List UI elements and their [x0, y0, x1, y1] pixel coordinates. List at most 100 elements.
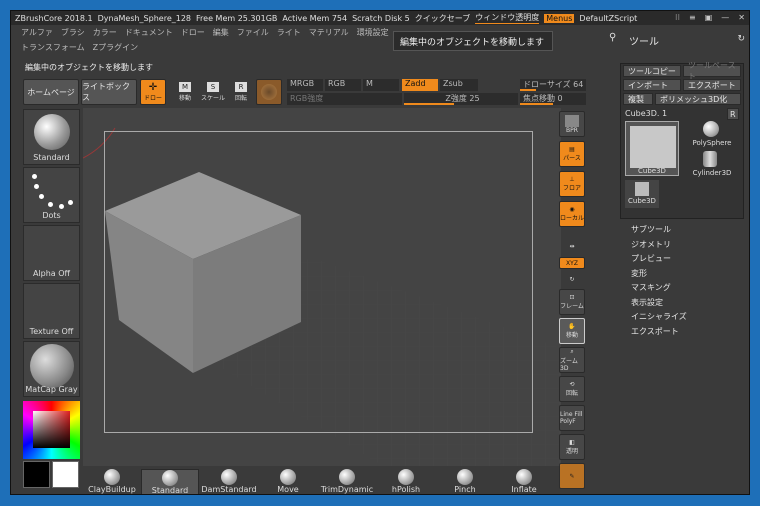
sliders-icon[interactable]: ≡	[689, 13, 696, 22]
menu-document[interactable]: ドキュメント	[125, 27, 173, 41]
floor-button[interactable]: ⊥ フロア	[559, 171, 585, 197]
draw-size-fill	[520, 89, 536, 91]
color-picker[interactable]	[23, 401, 80, 459]
preview-panel[interactable]: プレビュー	[631, 253, 671, 264]
polyf-button[interactable]: Line Fill PolyF	[559, 405, 585, 431]
make-polymesh-button[interactable]: ポリメッシュ3D化	[655, 93, 741, 105]
material-swatch-button[interactable]	[256, 79, 282, 105]
brush-standard[interactable]: Standard	[141, 469, 199, 494]
zoom3d-button[interactable]: ⌕ ズーム3D	[559, 347, 585, 373]
zsub-toggle[interactable]: Zsub	[440, 79, 478, 91]
frame-button[interactable]: ⊡ フレーム	[559, 289, 585, 315]
close-icon[interactable]: ✕	[738, 13, 745, 22]
zbrush-window: ZBrushCore 2018.1 DynaMesh_Sphere_128 Fr…	[10, 10, 750, 495]
menu-color[interactable]: カラー	[93, 27, 117, 41]
deformation-panel[interactable]: 変形	[631, 268, 647, 279]
menu-brush[interactable]: ブラシ	[61, 27, 85, 41]
stroke-selector[interactable]: Dots	[23, 167, 80, 223]
menu-file[interactable]: ファイル	[237, 27, 269, 41]
menu-edit[interactable]: 編集	[213, 27, 229, 41]
tool-r-button[interactable]: R	[727, 108, 739, 120]
polysphere-thumb[interactable]: PolySphere	[687, 121, 737, 151]
ghost-button[interactable]: ✎	[559, 463, 585, 489]
menu-alpha[interactable]: アルファ	[21, 27, 53, 41]
menu-light[interactable]: ライト	[277, 27, 301, 41]
mrgb-toggle[interactable]: MRGB	[287, 79, 323, 91]
texture-label: Texture Off	[29, 327, 74, 336]
rotate-mode-button[interactable]: R 回転	[229, 79, 253, 105]
geometry-panel[interactable]: ジオメトリ	[631, 239, 671, 250]
menus-button[interactable]: Menus	[544, 13, 575, 23]
matcap-selector[interactable]: MatCap Gray	[23, 341, 80, 397]
script-button[interactable]: DefaultZScript	[579, 14, 637, 23]
initialize-panel[interactable]: イニシャライズ	[631, 311, 687, 322]
frame-label: フレーム	[560, 303, 584, 310]
rotate-axis-icon[interactable]: ↻	[559, 273, 585, 285]
hpolish-icon	[398, 469, 414, 485]
display-panel[interactable]: 表示設定	[631, 297, 663, 308]
rgb-toggle[interactable]: RGB	[325, 79, 361, 91]
menu-preferences[interactable]: 環境設定	[357, 27, 389, 41]
layout-icon[interactable]: ⁝⁝	[675, 13, 680, 22]
bpr-render-button[interactable]: BPR	[559, 111, 585, 137]
minimize-icon[interactable]: —	[721, 13, 729, 22]
scale-mode-button[interactable]: S スケール	[201, 79, 225, 105]
brush-inflate[interactable]: Inflate	[495, 469, 553, 494]
cube-thumb-small[interactable]: Cube3D	[625, 180, 659, 208]
move-mode-button[interactable]: M 移動	[173, 79, 197, 105]
brush-pinch[interactable]: Pinch	[436, 469, 494, 494]
rotate-view-button[interactable]: ⟲ 回転	[559, 376, 585, 402]
cube-small-label: Cube3D	[628, 197, 656, 205]
perspective-button[interactable]: ▤ パース	[559, 141, 585, 167]
quicksave-button[interactable]: クイックセーブ	[415, 13, 471, 24]
rgb-intensity-slider[interactable]: RGB強度	[287, 93, 402, 105]
focal-shift-slider[interactable]: 焦点移動 0	[520, 93, 586, 105]
brush-hpolish[interactable]: hPolish	[377, 469, 435, 494]
panel-toggle-icon[interactable]: ↻	[737, 34, 745, 44]
brush-claybuildup[interactable]: ClayBuildup	[83, 469, 141, 494]
export-button[interactable]: エクスポート	[683, 79, 741, 91]
zadd-toggle[interactable]: Zadd	[402, 79, 438, 91]
transparency-button[interactable]: ◧ 透明	[559, 434, 585, 460]
draw-size-label: ドローサイズ 64	[523, 80, 584, 89]
secondary-color-swatch[interactable]	[52, 461, 79, 488]
symmetry-icon-button[interactable]: ⇹	[559, 233, 585, 259]
rotate-view-icon: ⟲	[569, 381, 575, 388]
cylinder-thumb[interactable]: Cylinder3D	[687, 151, 737, 181]
brush-damstandard[interactable]: DamStandard	[200, 469, 258, 494]
m-toggle[interactable]: M	[363, 79, 399, 91]
clone-button[interactable]: 複製	[623, 93, 653, 105]
texture-selector[interactable]: Texture Off	[23, 283, 80, 339]
menu-zplugin[interactable]: Zプラグイン	[93, 42, 138, 56]
title-bar: ZBrushCore 2018.1 DynaMesh_Sphere_128 Fr…	[11, 11, 749, 25]
brush-move[interactable]: Move	[259, 469, 317, 494]
brush-trimdynamic[interactable]: TrimDynamic	[318, 469, 376, 494]
export-panel[interactable]: エクスポート	[631, 326, 679, 337]
material-swatch-icon	[261, 84, 277, 100]
transparency-slider[interactable]: ウィンドウ透明度	[475, 12, 540, 24]
menu-material[interactable]: マテリアル	[309, 27, 349, 41]
local-label: ローカル	[560, 215, 585, 222]
import-button[interactable]: インポート	[623, 79, 681, 91]
brush-label: Inflate	[511, 485, 537, 494]
lock-icon[interactable]: ▣	[705, 13, 713, 22]
masking-panel[interactable]: マスキング	[631, 282, 671, 293]
home-button[interactable]: ホームページ	[23, 79, 79, 105]
z-intensity-slider[interactable]: Z強度 25	[404, 93, 518, 105]
move-view-button[interactable]: ✋ 移動	[559, 318, 585, 344]
alpha-selector[interactable]: Alpha Off	[23, 225, 80, 281]
move-icon: M	[179, 82, 191, 92]
menu-transform[interactable]: トランスフォーム	[21, 42, 85, 56]
cube-thumb-large[interactable]: Cube3D	[625, 121, 679, 176]
xyz-button[interactable]: XYZ	[559, 257, 585, 269]
local-button[interactable]: ◉ ローカル	[559, 201, 585, 227]
subtool-panel[interactable]: サブツール	[631, 224, 671, 235]
draw-size-slider[interactable]: ドローサイズ 64	[520, 79, 586, 91]
tool-copy-button[interactable]: ツールコピー	[623, 65, 681, 77]
tool-paste-button[interactable]: ツールペースト	[683, 61, 741, 81]
primary-color-swatch[interactable]	[23, 461, 50, 488]
brush-selector[interactable]: Standard	[23, 109, 80, 165]
lightbox-button[interactable]: ライトボックス	[81, 79, 137, 105]
draw-mode-button[interactable]: ✛ ドロー	[140, 79, 166, 105]
menu-draw[interactable]: ドロー	[181, 27, 205, 41]
